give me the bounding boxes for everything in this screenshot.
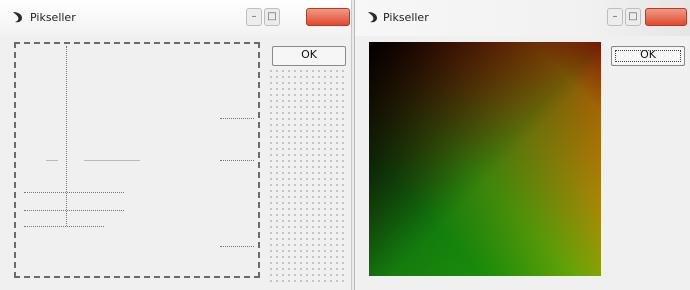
minimize-button[interactable]: – [246,8,262,26]
maximize-button[interactable]: □ [264,8,280,26]
maximize-icon: □ [628,11,638,22]
close-button[interactable] [306,8,350,26]
app-icon[interactable] [365,10,379,24]
ok-button[interactable]: OK [272,46,346,66]
guide-line [84,160,140,161]
minimize-icon: – [612,11,618,22]
pikseller-window-right: Pikseller – □ OK [354,0,690,290]
ok-button[interactable]: OK [611,46,685,66]
dotted-guide [220,246,254,247]
pikseller-window-left: Pikseller – □ OK [0,0,352,290]
dot-grid [268,68,348,282]
app-icon[interactable] [10,10,24,24]
dotted-guide [220,160,254,161]
title-bar[interactable]: Pikseller – □ [0,0,351,36]
color-gradient-image [369,42,601,276]
focus-rectangle [615,50,681,62]
dotted-guide [24,192,124,193]
minimize-icon: – [251,11,257,22]
dotted-guide [24,210,124,211]
minimize-button[interactable]: – [607,8,623,26]
maximize-button[interactable]: □ [625,8,641,26]
title-bar[interactable]: Pikseller – □ [355,0,690,36]
close-button[interactable] [645,8,687,26]
window-title: Pikseller [383,11,429,24]
dotted-guide [24,226,104,227]
maximize-icon: □ [267,11,277,22]
window-title: Pikseller [30,11,76,24]
guide-line [46,160,58,161]
dotted-guide [220,118,254,119]
dotted-guide-vertical [66,46,67,226]
